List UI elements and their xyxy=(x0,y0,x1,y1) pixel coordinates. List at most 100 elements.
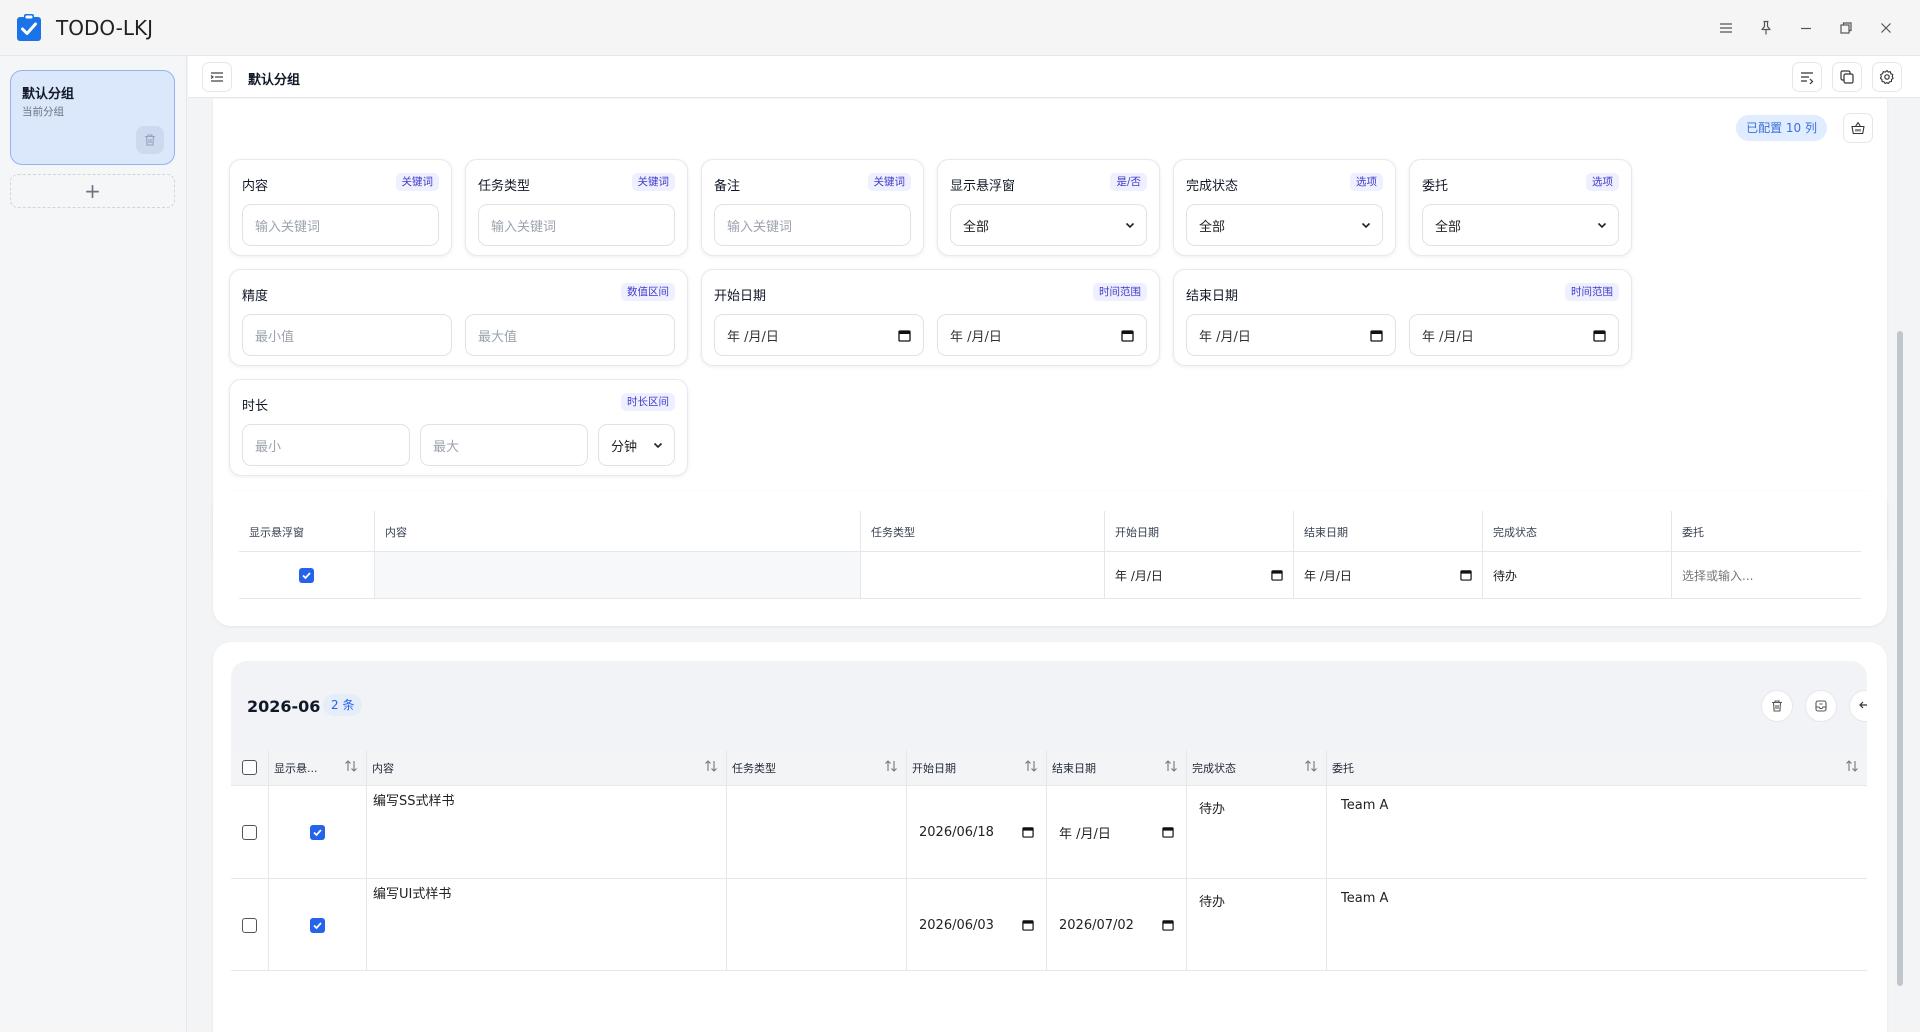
sort-icon[interactable] xyxy=(884,759,898,773)
remark-keyword-input[interactable]: 输入关键词 xyxy=(714,204,911,246)
sort-icon[interactable] xyxy=(1304,759,1318,773)
calendar-icon[interactable] xyxy=(898,329,911,342)
status-cell[interactable]: 待办 xyxy=(1186,879,1326,971)
delegate-input[interactable]: 选择或输入... xyxy=(1671,551,1861,599)
precision-min-input[interactable]: 最小值 xyxy=(242,314,452,356)
duration-min-input[interactable]: 最小 xyxy=(242,424,410,466)
end-date-cell[interactable]: 年 /月/日 xyxy=(1046,786,1186,878)
chevron-down-icon xyxy=(1360,219,1372,231)
filter-card-end-date: 结束日期 时间范围 年 /月/日 年 /月/日 xyxy=(1173,269,1632,366)
date-text: 年 /月/日 xyxy=(1059,826,1111,842)
calendar-icon[interactable] xyxy=(1162,919,1174,931)
calendar-icon[interactable] xyxy=(1121,329,1134,342)
add-group-button[interactable]: + xyxy=(10,174,175,208)
calendar-icon[interactable] xyxy=(1593,329,1606,342)
app-title: TODO-LKJ xyxy=(56,15,154,40)
content-cell[interactable]: 编写UI式样书 xyxy=(366,879,726,971)
task-type-keyword-input[interactable]: 输入关键词 xyxy=(478,204,675,246)
end-date-input[interactable]: 年 /月/日 xyxy=(1293,551,1482,599)
float-window-checkbox[interactable] xyxy=(310,917,325,933)
clear-filters-button[interactable] xyxy=(1843,113,1873,143)
column-header-start-date[interactable]: 开始日期 xyxy=(906,750,1046,785)
task-list-panel: 2026-06 2 条 显示悬... 内容 任务类型 开始日期 结束日期 完成状… xyxy=(213,642,1887,1032)
vertical-scrollbar[interactable] xyxy=(1897,331,1903,986)
float-window-checkbox[interactable] xyxy=(299,567,314,583)
filter-settings-button[interactable] xyxy=(1792,62,1822,92)
delete-selected-button[interactable] xyxy=(1761,690,1793,722)
sort-icon[interactable] xyxy=(1024,759,1038,773)
table-row[interactable]: 编写SS式样书 2026/06/18 年 /月/日 待办 Team A xyxy=(231,785,1867,878)
status-select[interactable]: 全部 xyxy=(1186,204,1383,246)
close-icon[interactable] xyxy=(1866,8,1906,48)
minimize-icon[interactable] xyxy=(1786,8,1826,48)
column-header-label: 开始日期 xyxy=(912,761,956,775)
start-date-cell[interactable]: 2026/06/03 xyxy=(906,879,1046,971)
column-header: 内容 xyxy=(374,511,860,551)
column-header-delegate[interactable]: 委托 xyxy=(1326,750,1867,785)
content-input[interactable] xyxy=(374,551,860,599)
column-header-float-window[interactable]: 显示悬... xyxy=(268,750,366,785)
undo-button[interactable] xyxy=(1849,690,1867,722)
sort-icon[interactable] xyxy=(1164,759,1178,773)
trash-icon xyxy=(1770,699,1784,713)
content-cell[interactable]: 编写SS式样书 xyxy=(366,786,726,878)
calendar-icon[interactable] xyxy=(1460,569,1472,581)
copy-icon xyxy=(1839,69,1855,85)
duration-max-input[interactable]: 最大 xyxy=(420,424,588,466)
gear-icon xyxy=(1879,69,1895,85)
pin-icon[interactable] xyxy=(1746,8,1786,48)
calendar-icon[interactable] xyxy=(1271,569,1283,581)
start-date-cell[interactable]: 2026/06/18 xyxy=(906,786,1046,878)
delegate-cell[interactable]: Team A xyxy=(1326,786,1867,878)
filter-card-status: 完成状态 选项 全部 xyxy=(1173,159,1396,256)
column-header-task-type[interactable]: 任务类型 xyxy=(726,750,906,785)
sort-icon[interactable] xyxy=(1845,759,1859,773)
trash-icon xyxy=(143,133,157,147)
start-date-input[interactable]: 年 /月/日 xyxy=(1104,551,1293,599)
sort-icon[interactable] xyxy=(704,759,718,773)
filter-tag: 时间范围 xyxy=(1565,283,1619,301)
toggle-sidebar-button[interactable] xyxy=(202,62,232,92)
select-all-checkbox[interactable] xyxy=(242,760,257,775)
group-name: 默认分组 xyxy=(22,87,75,102)
settings-button[interactable] xyxy=(1872,62,1902,92)
content-keyword-input[interactable]: 输入关键词 xyxy=(242,204,439,246)
date-text: 年 /月/日 xyxy=(1199,329,1251,345)
delete-group-button[interactable] xyxy=(136,126,164,154)
delegate-cell[interactable]: Team A xyxy=(1326,879,1867,971)
calendar-icon[interactable] xyxy=(1370,329,1383,342)
task-type-input[interactable] xyxy=(860,551,1104,599)
start-date-from-input[interactable]: 年 /月/日 xyxy=(714,314,924,356)
task-type-cell[interactable] xyxy=(726,786,906,878)
copy-button[interactable] xyxy=(1832,62,1862,92)
float-window-select[interactable]: 全部 xyxy=(950,204,1147,246)
menu-icon[interactable] xyxy=(1706,8,1746,48)
sort-icon[interactable] xyxy=(344,759,358,773)
end-date-from-input[interactable]: 年 /月/日 xyxy=(1186,314,1396,356)
calendar-icon[interactable] xyxy=(1022,919,1034,931)
precision-max-input[interactable]: 最大值 xyxy=(465,314,675,356)
archive-button[interactable] xyxy=(1805,690,1837,722)
calendar-icon[interactable] xyxy=(1022,826,1034,838)
delegate-select[interactable]: 全部 xyxy=(1422,204,1619,246)
status-cell[interactable]: 待办 xyxy=(1186,786,1326,878)
end-date-cell[interactable]: 2026/07/02 xyxy=(1046,879,1186,971)
duration-unit-select[interactable]: 分钟 xyxy=(598,424,675,466)
status-select[interactable]: 待办 xyxy=(1482,551,1671,599)
configured-columns-badge[interactable]: 已配置 10 列 xyxy=(1736,115,1827,141)
float-window-checkbox[interactable] xyxy=(310,824,325,840)
sidebar-group-default[interactable]: 默认分组 当前分组 xyxy=(10,70,175,165)
end-date-to-input[interactable]: 年 /月/日 xyxy=(1409,314,1619,356)
calendar-icon[interactable] xyxy=(1162,826,1174,838)
task-type-cell[interactable] xyxy=(726,879,906,971)
table-row[interactable]: 编写UI式样书 2026/06/03 2026/07/02 待办 Team A xyxy=(231,878,1867,971)
column-header-status[interactable]: 完成状态 xyxy=(1186,750,1326,785)
column-header-end-date[interactable]: 结束日期 xyxy=(1046,750,1186,785)
restore-icon[interactable] xyxy=(1826,8,1866,48)
start-date-to-input[interactable]: 年 /月/日 xyxy=(937,314,1147,356)
row-select-checkbox[interactable] xyxy=(242,917,257,933)
column-header-content[interactable]: 内容 xyxy=(366,750,726,785)
page-title: 默认分组 xyxy=(248,73,301,88)
date-text: 年 /月/日 xyxy=(1304,568,1352,583)
row-select-checkbox[interactable] xyxy=(242,824,257,840)
